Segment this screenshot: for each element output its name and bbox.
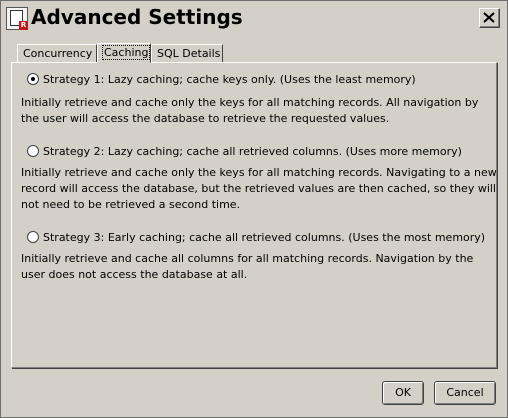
strategy-3-description: Initially retrieve and cache all columns… — [21, 252, 474, 281]
strategy-2-description: Initially retrieve and cache only the ke… — [21, 166, 497, 211]
tab-sql-details[interactable]: SQL Details — [151, 44, 223, 62]
radio-selected-icon — [27, 73, 39, 85]
strategy-1-radio[interactable]: Strategy 1: Lazy caching; cache keys onl… — [27, 73, 416, 86]
cancel-button[interactable]: Cancel — [434, 381, 496, 405]
strategy-3-radio[interactable]: Strategy 3: Early caching; cache all ret… — [27, 231, 485, 244]
radio-unselected-icon — [27, 231, 39, 243]
strategy-2-label: Strategy 2: Lazy caching; cache all retr… — [43, 145, 462, 158]
strategy-1-label: Strategy 1: Lazy caching; cache keys onl… — [43, 73, 416, 86]
ok-button[interactable]: OK — [382, 381, 424, 405]
tab-caching[interactable]: Caching — [97, 43, 151, 63]
strategy-1-description: Initially retrieve and cache only the ke… — [21, 96, 479, 125]
close-button[interactable] — [479, 8, 500, 28]
strategy-2-radio[interactable]: Strategy 2: Lazy caching; cache all retr… — [27, 145, 462, 158]
title-bar: R Advanced Settings — [1, 1, 507, 33]
close-icon — [483, 12, 495, 23]
advanced-settings-dialog: R Advanced Settings Concurrency Caching … — [0, 0, 508, 418]
radio-unselected-icon — [27, 145, 39, 157]
app-document-icon: R — [6, 7, 28, 30]
window-title: Advanced Settings — [31, 5, 243, 29]
strategy-3-label: Strategy 3: Early caching; cache all ret… — [43, 231, 486, 244]
tab-concurrency[interactable]: Concurrency — [17, 44, 97, 62]
